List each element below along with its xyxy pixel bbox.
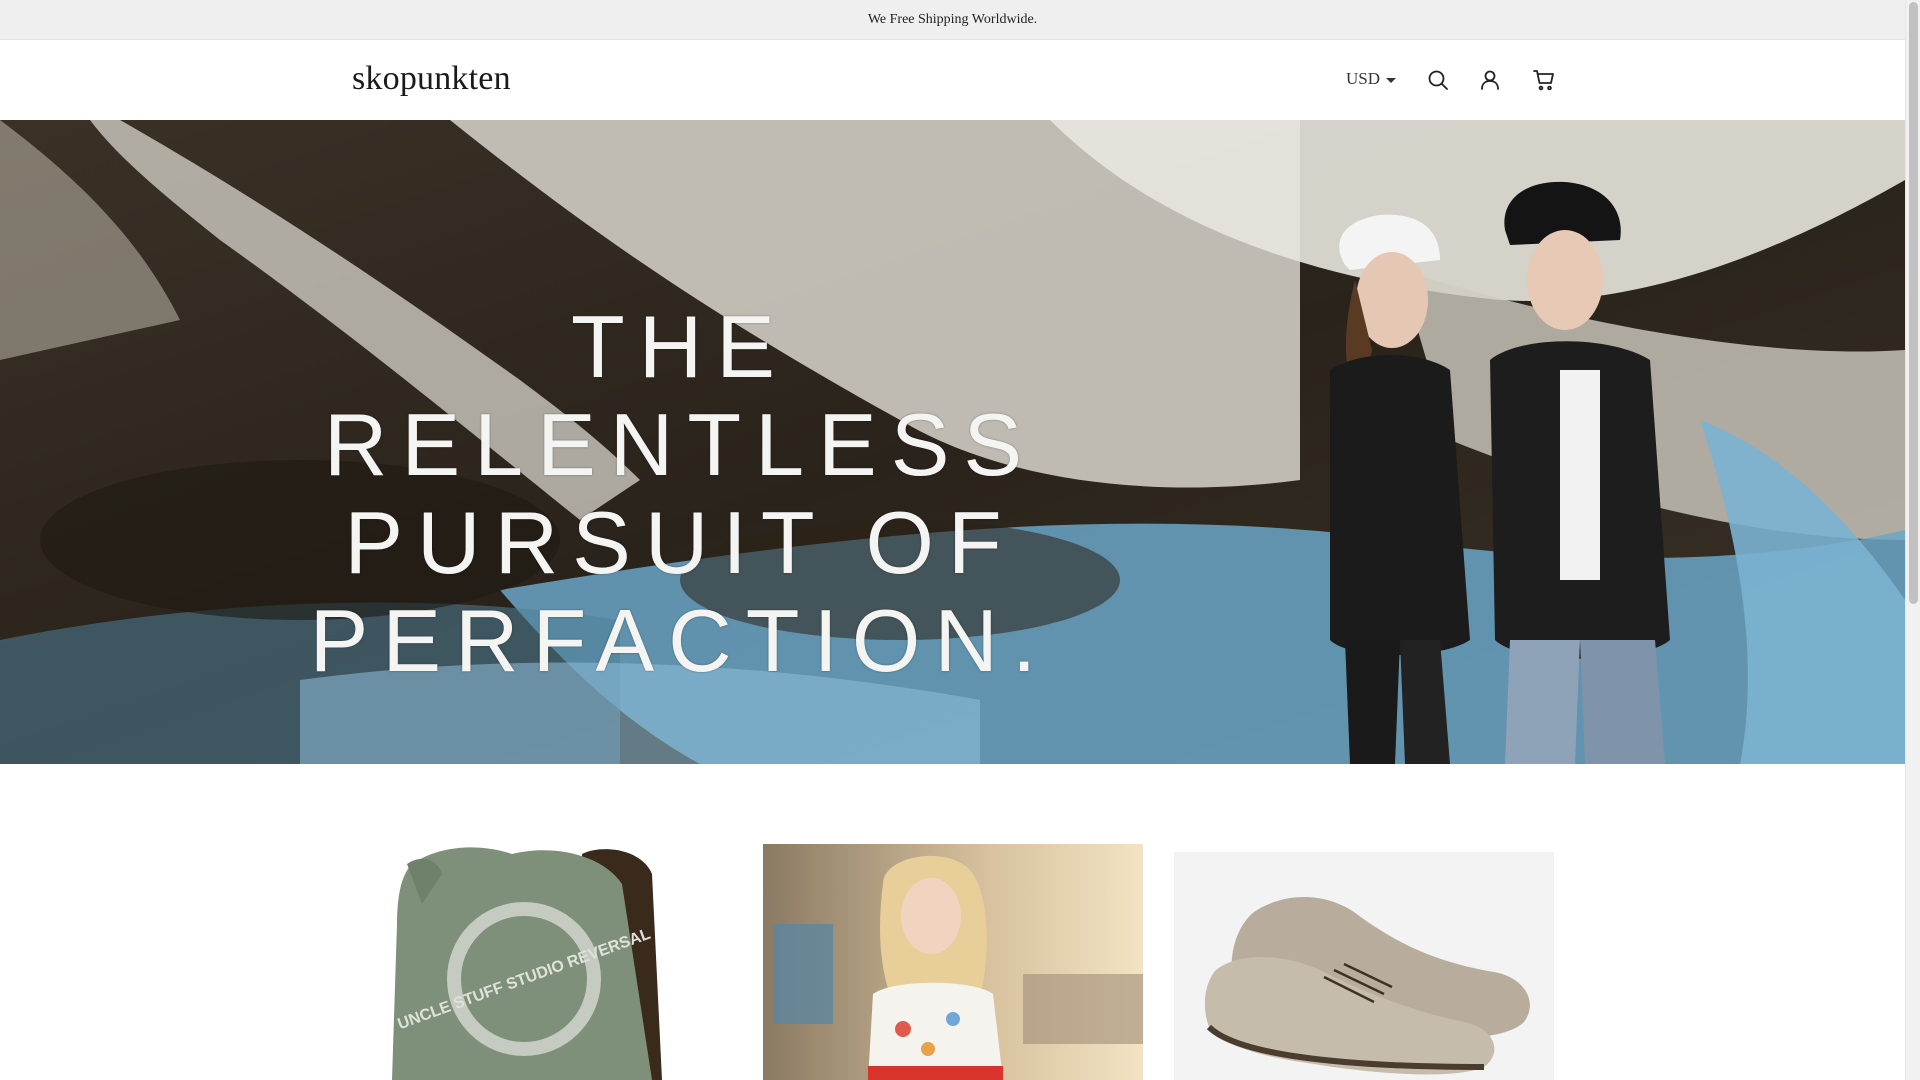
shoes-image [1174,852,1554,1080]
search-icon[interactable] [1426,68,1450,92]
hero-headline-line-3: PERFACTION. [309,591,1051,690]
collection-card-shoes[interactable] [1174,852,1554,1080]
site-header: skopunkten USD [0,40,1905,120]
chevron-down-icon [1386,77,1397,83]
page-scrollbar[interactable] [1905,0,1920,1080]
collection-card-woman[interactable] [763,844,1143,1080]
currency-selector[interactable]: USD [1346,69,1397,89]
announcement-text: We Free Shipping Worldwide. [867,11,1038,27]
hero-headline-line-2: PURSUIT OF [344,493,1016,592]
collection-card-jacket[interactable]: UNCLE STUFF STUDIO REVERSAL [352,844,732,1080]
hero-banner[interactable]: THE RELENTLESS PURSUIT OF PERFACTION. [0,120,1905,764]
woman-image [763,844,1143,1080]
cart-icon[interactable] [1532,68,1556,92]
account-icon[interactable] [1478,68,1502,92]
announcement-bar: We Free Shipping Worldwide. [0,0,1905,40]
hero-headline: THE RELENTLESS PURSUIT OF PERFACTION. [230,298,1130,690]
collection-grid: UNCLE STUFF STUDIO REVERSAL [0,764,1905,1080]
jacket-image: UNCLE STUFF STUDIO REVERSAL [352,844,732,1080]
hero-headline-line-1: THE RELENTLESS [323,297,1037,494]
currency-label: USD [1346,69,1381,88]
store-logo[interactable]: skopunkten [352,60,511,98]
scrollbar-thumb[interactable] [1909,2,1918,604]
